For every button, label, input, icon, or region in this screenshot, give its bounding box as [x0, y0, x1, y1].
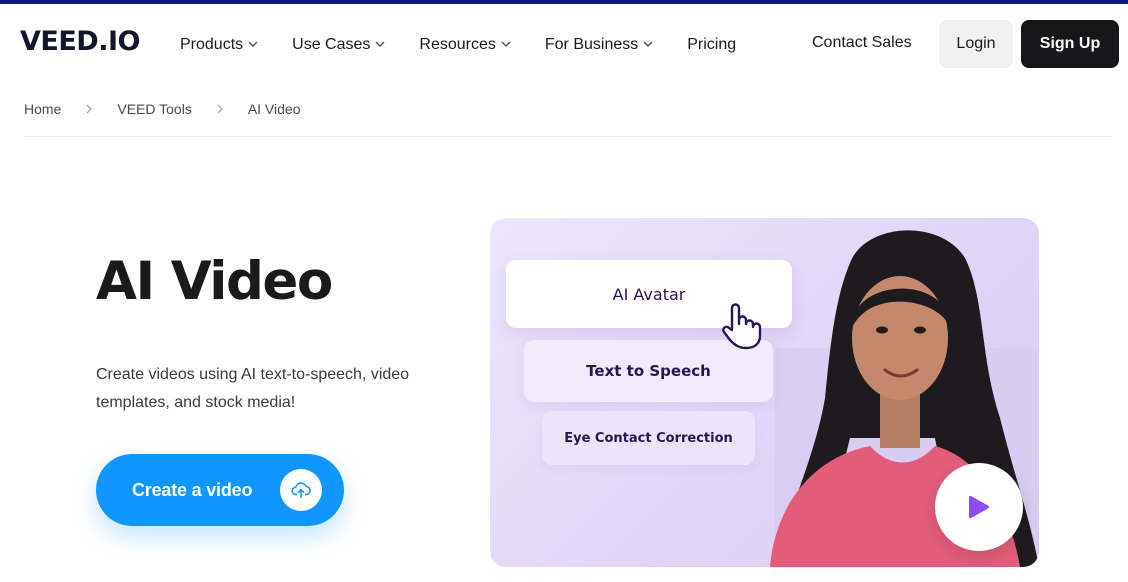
breadcrumb-ai-video[interactable]: AI Video: [248, 101, 301, 117]
feature-preview-image: AI Avatar Text to Speech Eye Contact Cor…: [490, 218, 1039, 567]
chevron-right-icon: [85, 104, 93, 114]
main-nav: Products Use Cases Resources For Busines…: [180, 34, 770, 56]
nav-use-cases[interactable]: Use Cases: [292, 34, 385, 56]
upload-cloud-icon: [280, 469, 322, 511]
login-button[interactable]: Login: [939, 20, 1013, 68]
veed-logo[interactable]: VEED.IO: [20, 26, 140, 57]
page-title: AI Video: [96, 251, 333, 312]
contact-sales-link[interactable]: Contact Sales: [812, 34, 912, 56]
create-video-button[interactable]: Create a video: [96, 454, 344, 526]
chevron-down-icon: [248, 39, 258, 49]
play-button[interactable]: [935, 463, 1023, 551]
nav-resources[interactable]: Resources: [419, 34, 511, 56]
breadcrumb: Home VEED Tools AI Video: [24, 101, 300, 117]
create-video-label: Create a video: [132, 479, 253, 500]
chevron-down-icon: [501, 39, 511, 49]
nav-for-business-label: For Business: [544, 36, 639, 53]
page-subtitle: Create videos using AI text-to-speech, v…: [96, 366, 410, 411]
breadcrumb-home[interactable]: Home: [24, 101, 61, 117]
nav-products-label: Products: [180, 36, 244, 53]
nav-pricing-label: Pricing: [687, 36, 737, 53]
play-icon: [969, 495, 989, 519]
nav-for-business[interactable]: For Business: [545, 34, 653, 56]
chevron-down-icon: [643, 39, 653, 49]
nav-resources-label: Resources: [419, 36, 496, 53]
site-header: VEED.IO Products Use Cases Resources For…: [0, 4, 1128, 84]
breadcrumb-divider: [24, 136, 1112, 137]
nav-pricing[interactable]: Pricing: [687, 34, 736, 56]
nav-use-cases-label: Use Cases: [292, 36, 371, 53]
signup-button[interactable]: Sign Up: [1021, 20, 1119, 68]
chevron-down-icon: [375, 39, 385, 49]
card-eye-contact-correction: Eye Contact Correction: [542, 411, 755, 465]
hand-pointer-icon: [722, 303, 762, 350]
breadcrumb-veed-tools[interactable]: VEED Tools: [117, 101, 191, 117]
nav-products[interactable]: Products: [180, 34, 258, 56]
chevron-right-icon: [216, 104, 224, 114]
